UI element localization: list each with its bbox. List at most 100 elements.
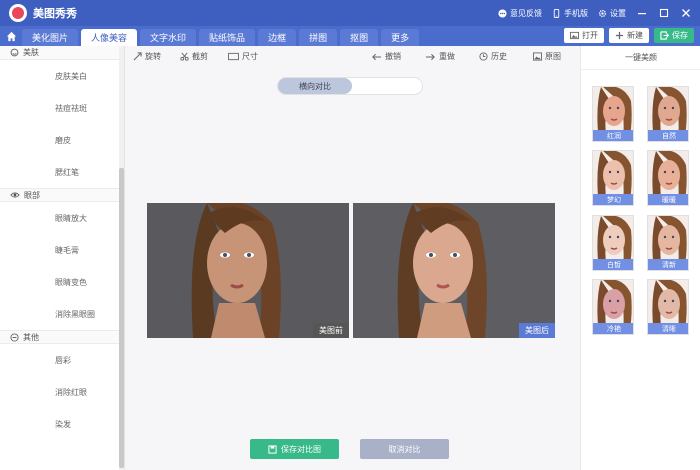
tab-cutout[interactable]: 抠图 bbox=[340, 29, 379, 46]
close-button[interactable] bbox=[680, 7, 692, 19]
after-label: 美图后 bbox=[519, 323, 555, 338]
save-label: 保存 bbox=[672, 31, 688, 40]
preset-fair[interactable]: 白皙 bbox=[592, 215, 634, 271]
title-actions: 意见反馈 手机版 设置 bbox=[498, 0, 692, 26]
new-label: 新建 bbox=[627, 31, 643, 40]
category-eye-label: 眼部 bbox=[24, 190, 40, 200]
tab-frames[interactable]: 边框 bbox=[258, 29, 297, 46]
mobile-label: 手机版 bbox=[564, 8, 588, 18]
after-image-panel: 美图后 bbox=[353, 203, 555, 338]
tool-sidebar: 美肤 皮肤美白 祛痘祛斑 磨皮 腮红笔 眼部 眼睛放大 睫毛膏 眼睛变色 消除黑… bbox=[0, 46, 125, 470]
before-photo bbox=[147, 203, 349, 338]
tool-red-eye-removal[interactable]: 消除红眼 bbox=[0, 376, 124, 408]
feedback-link[interactable]: 意见反馈 bbox=[498, 8, 542, 19]
save-button[interactable]: 保存 bbox=[654, 28, 694, 43]
horizontal-compare-option[interactable]: 横向对比 bbox=[278, 78, 352, 94]
crop-tool[interactable]: 截剪 bbox=[180, 51, 208, 62]
tool-dark-circle-removal[interactable]: 消除黑眼圈 bbox=[0, 298, 124, 330]
preset-rosy[interactable]: 红润 bbox=[592, 86, 634, 142]
tool-eye-color[interactable]: 眼睛变色 bbox=[0, 266, 124, 298]
history-tool[interactable]: 历史 bbox=[479, 51, 507, 62]
undo-tool[interactable]: 撤销 bbox=[371, 51, 401, 62]
chat-bubble-icon bbox=[498, 8, 507, 18]
preset-label: 自然 bbox=[648, 130, 688, 141]
history-label: 历史 bbox=[491, 52, 507, 61]
tab-text-watermark[interactable]: 文字水印 bbox=[140, 29, 197, 46]
preset-cool[interactable]: 冷艳 bbox=[592, 279, 634, 335]
tool-lip-color[interactable]: 唇彩 bbox=[0, 344, 124, 376]
after-photo bbox=[353, 203, 555, 338]
redo-label: 重做 bbox=[439, 52, 455, 61]
preset-clear[interactable]: 清晰 bbox=[647, 279, 689, 335]
one-click-beauty-panel: 一键美颜 红润 自然 梦幻 暖暖 白皙 清新 冷艳 清晰 bbox=[580, 46, 700, 470]
tool-eye-enlarge[interactable]: 眼睛放大 bbox=[0, 202, 124, 234]
mobile-link[interactable]: 手机版 bbox=[552, 8, 588, 19]
tool-mascara[interactable]: 睫毛膏 bbox=[0, 234, 124, 266]
original-label: 原图 bbox=[545, 52, 561, 61]
category-eye[interactable]: 眼部 bbox=[0, 188, 124, 202]
category-other[interactable]: 其他 bbox=[0, 330, 124, 344]
home-icon bbox=[6, 31, 16, 41]
sidebar-scrollbar[interactable] bbox=[119, 168, 124, 468]
tool-acne-removal[interactable]: 祛痘祛斑 bbox=[0, 92, 124, 124]
settings-label: 设置 bbox=[610, 8, 626, 18]
app-logo-icon bbox=[9, 4, 27, 22]
preset-label: 冷艳 bbox=[593, 323, 633, 334]
original-tool[interactable]: 原图 bbox=[533, 51, 561, 62]
feedback-label: 意见反馈 bbox=[510, 8, 542, 18]
preset-dreamy[interactable]: 梦幻 bbox=[592, 150, 634, 206]
rotate-tool[interactable]: 旋转 bbox=[133, 51, 161, 62]
clock-icon bbox=[479, 52, 488, 61]
before-label: 美图前 bbox=[313, 323, 349, 338]
size-tool[interactable]: 尺寸 bbox=[228, 51, 258, 62]
save-comparison-button[interactable]: 保存对比图 bbox=[250, 439, 339, 459]
collapse-circle-icon bbox=[10, 332, 19, 342]
maximize-icon bbox=[659, 8, 669, 18]
title-bar: 美图秀秀 意见反馈 手机版 设置 bbox=[0, 0, 700, 26]
category-skin[interactable]: 美肤 bbox=[0, 46, 124, 60]
crop-label: 截剪 bbox=[192, 52, 208, 61]
preset-label: 白皙 bbox=[593, 259, 633, 270]
tab-stickers[interactable]: 贴纸饰品 bbox=[199, 29, 256, 46]
before-image-panel: 美图前 bbox=[147, 203, 349, 338]
size-label: 尺寸 bbox=[242, 52, 258, 61]
redo-tool[interactable]: 重做 bbox=[425, 51, 455, 62]
tool-hair-dye[interactable]: 染发 bbox=[0, 408, 124, 440]
tab-bar: 美化图片 人像美容 文字水印 贴纸饰品 边框 拼图 抠图 更多 打开 新建 保存 bbox=[0, 26, 700, 46]
preset-warm[interactable]: 暖暖 bbox=[647, 150, 689, 206]
open-button[interactable]: 打开 bbox=[564, 28, 604, 43]
tool-skin-whitening[interactable]: 皮肤美白 bbox=[0, 60, 124, 92]
editor-canvas-area: 旋转 截剪 尺寸 撤销 重做 历史 原图 横向对比 美图前 美图后 保存对比图 … bbox=[125, 46, 580, 470]
edit-toolbar: 旋转 截剪 尺寸 撤销 重做 历史 原图 bbox=[125, 46, 580, 68]
settings-link[interactable]: 设置 bbox=[598, 8, 626, 19]
tab-more[interactable]: 更多 bbox=[381, 29, 420, 46]
save-icon bbox=[660, 31, 669, 40]
minimize-button[interactable] bbox=[636, 7, 648, 19]
tab-portrait[interactable]: 人像美容 bbox=[81, 29, 138, 46]
preset-natural[interactable]: 自然 bbox=[647, 86, 689, 142]
preset-label: 暖暖 bbox=[648, 194, 688, 205]
cancel-comparison-button[interactable]: 取消对比 bbox=[360, 439, 449, 459]
maximize-button[interactable] bbox=[658, 7, 670, 19]
image-icon bbox=[570, 31, 579, 40]
category-skin-label: 美肤 bbox=[23, 48, 39, 57]
tool-skin-smoothing[interactable]: 磨皮 bbox=[0, 124, 124, 156]
new-button[interactable]: 新建 bbox=[609, 28, 649, 43]
tool-blush-brush[interactable]: 腮红笔 bbox=[0, 156, 124, 188]
eye-icon bbox=[10, 192, 20, 198]
skin-icon bbox=[10, 48, 19, 57]
preset-fresh[interactable]: 清新 bbox=[647, 215, 689, 271]
gear-icon bbox=[598, 9, 607, 17]
preset-label: 清新 bbox=[648, 259, 688, 270]
tab-beautify[interactable]: 美化图片 bbox=[22, 29, 79, 46]
resize-icon bbox=[228, 52, 239, 61]
tab-collage[interactable]: 拼图 bbox=[299, 29, 338, 46]
open-label: 打开 bbox=[582, 31, 598, 40]
home-button[interactable] bbox=[0, 26, 22, 46]
close-icon bbox=[682, 9, 690, 17]
undo-label: 撤销 bbox=[385, 52, 401, 61]
scissors-icon bbox=[180, 52, 189, 61]
rotate-label: 旋转 bbox=[145, 52, 161, 61]
compare-mode-toggle[interactable]: 横向对比 bbox=[277, 77, 423, 95]
save-disk-icon bbox=[268, 444, 277, 454]
